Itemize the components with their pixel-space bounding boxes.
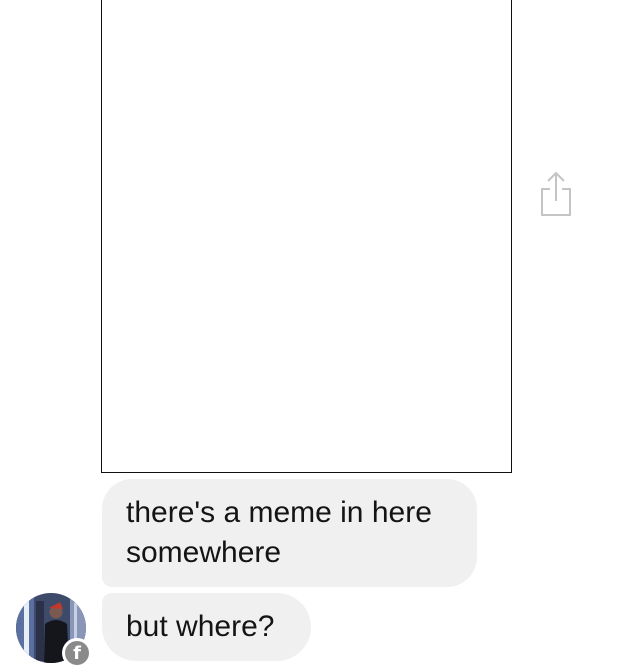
message-text: but where?	[126, 610, 275, 643]
facebook-badge-icon: f	[65, 641, 89, 665]
shared-image[interactable]	[101, 0, 512, 473]
message-bubble[interactable]: there's a meme in here somewhere	[102, 479, 477, 587]
share-icon	[541, 171, 571, 216]
share-button[interactable]	[536, 170, 576, 218]
message-text: there's a meme in here somewhere	[126, 496, 432, 569]
message-bubble[interactable]: but where?	[102, 593, 311, 661]
